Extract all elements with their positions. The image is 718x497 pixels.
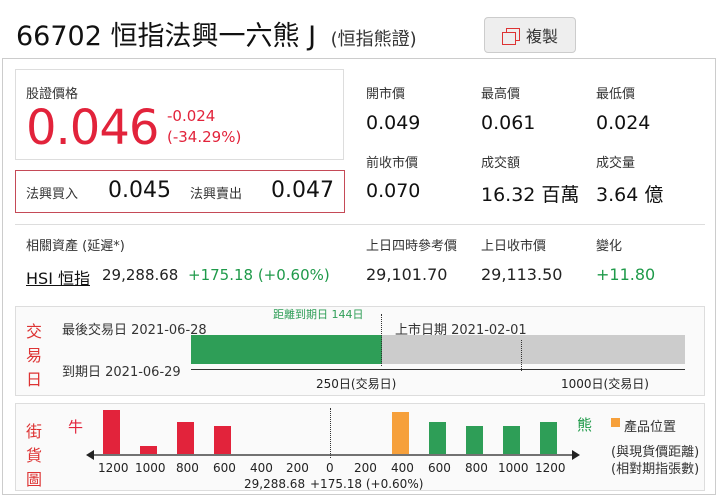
bid-value: 0.045 xyxy=(108,178,171,203)
underlying-change: +175.18 (+0.60%) xyxy=(188,266,330,284)
scale-250-label: 250日(交易日) xyxy=(316,377,397,391)
open-label: 開市價 xyxy=(366,87,406,102)
turnover-label: 成交額 xyxy=(481,156,521,171)
last-trade-date: 最後交易日 2021-06-28 xyxy=(62,323,207,338)
axis-tick: 0 xyxy=(326,461,334,475)
product-position-swatch xyxy=(611,418,620,427)
today-marker xyxy=(381,314,382,366)
axis-tick: 1200 xyxy=(535,461,566,475)
underlying-label: 相關資產 (延遲*) xyxy=(26,239,125,254)
ask-label: 法興賣出 xyxy=(190,187,243,202)
scale-1000-label: 1000日(交易日) xyxy=(561,377,649,391)
axis-tick: 800 xyxy=(176,461,199,475)
scale-break-marker xyxy=(521,340,522,371)
axis-tick: 600 xyxy=(213,461,236,475)
ref-price-label: 上日四時參考價 xyxy=(366,239,458,254)
underlying-link[interactable]: HSI 恒指 xyxy=(26,265,90,289)
volume-label: 成交量 xyxy=(596,156,636,171)
prev-close-value: 0.070 xyxy=(366,180,421,202)
bull-label: 牛 xyxy=(68,418,84,436)
copy-button[interactable]: 複製 xyxy=(484,17,576,53)
axis-tick: 200 xyxy=(286,461,309,475)
underlying-prev-close-value: 29,113.50 xyxy=(481,265,563,284)
axis-tick: 1200 xyxy=(98,461,129,475)
high-value: 0.061 xyxy=(481,112,536,134)
product-name: 恒指法興一六熊 J xyxy=(110,21,317,52)
bid-label: 法興買入 xyxy=(26,187,79,202)
street-stock-label: 街 貨 圖 xyxy=(25,422,42,489)
underlying-prev-close-label: 上日收市價 xyxy=(481,239,547,254)
price-change: -0.024 xyxy=(167,107,216,125)
copy-button-label: 複製 xyxy=(525,27,558,46)
legend-label: 產品位置 xyxy=(624,420,677,435)
price-change-pct: (-34.29%) xyxy=(167,128,242,146)
open-value: 0.049 xyxy=(366,112,421,134)
prev-close-label: 前收市價 xyxy=(366,156,419,171)
axis-tick: 800 xyxy=(465,461,488,475)
underlying-price: 29,288.68 xyxy=(102,266,179,284)
volume-value: 3.64 億 xyxy=(596,184,664,206)
axis-tick: 400 xyxy=(250,461,273,475)
days-to-expiry: 距離到期日 144日 xyxy=(273,308,364,321)
bear-label: 熊 xyxy=(577,416,593,434)
axis-tick: 1000 xyxy=(135,461,166,475)
product-type: (恒指熊證) xyxy=(330,29,417,50)
trading-days-label: 交 易 日 xyxy=(25,322,42,389)
low-label: 最低價 xyxy=(596,87,636,102)
axis-tick: 1000 xyxy=(498,461,529,475)
diff-value: +11.80 xyxy=(596,265,656,284)
ask-value: 0.047 xyxy=(271,178,334,203)
warrant-price: 0.046 xyxy=(26,100,159,156)
product-code: 66702 xyxy=(16,21,102,52)
spot-marker xyxy=(330,408,331,458)
copy-icon xyxy=(501,27,520,45)
diff-label: 變化 xyxy=(596,239,623,254)
axis-tick: 400 xyxy=(391,461,414,475)
divider xyxy=(15,224,705,225)
spot-price: 29,288.68 xyxy=(244,477,306,491)
high-label: 最高價 xyxy=(481,87,521,102)
page-title: 66702 恒指法興一六熊 J (恒指熊證) xyxy=(16,14,417,53)
street-stock-axis xyxy=(86,450,580,460)
trading-days-elapsed-bar xyxy=(191,335,382,364)
spot-change: +175.18 (+0.60%) xyxy=(310,477,424,491)
expiry-date: 到期日 2021-06-29 xyxy=(62,365,181,380)
ref-price-value: 29,101.70 xyxy=(366,265,448,284)
contracts-note: (相對期指張數) xyxy=(611,462,700,477)
axis-tick: 600 xyxy=(428,461,451,475)
low-value: 0.024 xyxy=(596,112,651,134)
turnover-value: 16.32 百萬 xyxy=(481,184,580,206)
trading-days-axis xyxy=(191,369,685,370)
axis-tick: 200 xyxy=(354,461,377,475)
